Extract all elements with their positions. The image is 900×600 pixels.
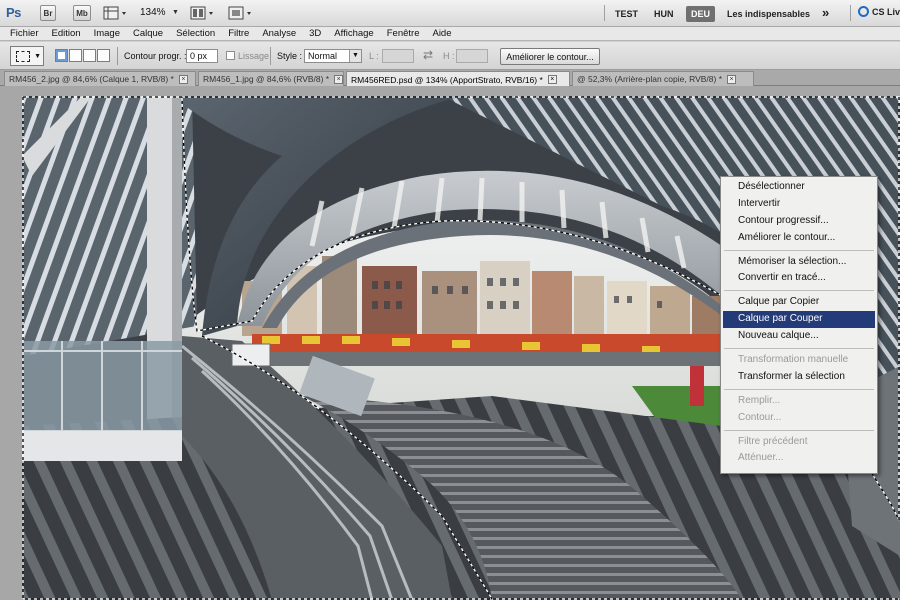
cs-live-button[interactable]: CS Liv	[858, 6, 900, 17]
arrange-documents-icon	[190, 6, 213, 20]
minibridge-button[interactable]: Mb	[73, 5, 91, 21]
menu-select[interactable]: Sélection	[176, 28, 215, 39]
menu-item-fill: Remplir...	[738, 394, 781, 406]
menu-item-last-filter: Filtre précédent	[738, 435, 808, 447]
menu-divider	[724, 429, 874, 431]
menu-divider	[724, 348, 874, 350]
context-menu: Désélectionner Intervertir Contour progr…	[720, 176, 878, 474]
menu-divider	[724, 290, 874, 292]
menu-edit[interactable]: Edition	[52, 28, 81, 39]
menu-item-new-layer[interactable]: Nouveau calque...	[721, 328, 877, 345]
close-icon[interactable]: ×	[547, 75, 557, 84]
menu-item-free-transform: Transformation manuelle	[738, 354, 849, 366]
application-bar: Ps Br Mb 134% ▼ TEST HUN DEU Les indispe…	[0, 0, 900, 27]
zoom-level[interactable]: 134%	[140, 7, 166, 18]
menu-item-fade: Atténuer...	[738, 452, 784, 464]
options-bar: ▼ Contour progr. : 0 px Lissage Style : …	[0, 42, 900, 70]
menu-divider	[724, 388, 874, 390]
intersect-selection-mode[interactable]	[97, 49, 110, 62]
rectangular-marquee-icon	[16, 51, 30, 62]
tab-label: @ 52,3% (Arrière-plan copie, RVB/8) *	[577, 74, 723, 84]
workspace-essentials[interactable]: Les indispensables	[722, 6, 815, 22]
style-label: Style :	[277, 51, 303, 61]
menu-divider	[724, 249, 874, 251]
zoom-dropdown-icon[interactable]: ▼	[172, 9, 179, 16]
menu-3d[interactable]: 3D	[309, 28, 321, 39]
menu-item-transform-selection[interactable]: Transformer la sélection	[721, 369, 877, 386]
screen-mode-button[interactable]	[228, 5, 254, 21]
menu-item-layer-via-copy[interactable]: Calque par Copier	[721, 294, 877, 311]
menu-item-save-selection[interactable]: Mémoriser la sélection...	[721, 254, 877, 271]
menu-item-make-work-path[interactable]: Convertir en tracé...	[721, 270, 877, 287]
height-input	[456, 49, 488, 63]
subtract-selection-mode[interactable]	[83, 49, 96, 62]
cs-live-label: CS Liv	[872, 6, 900, 17]
menu-image[interactable]: Image	[94, 28, 120, 39]
style-select-value: Normal	[308, 51, 338, 61]
view-extras-button[interactable]	[103, 5, 129, 21]
menu-analysis[interactable]: Analyse	[262, 28, 296, 39]
chevron-down-icon: ▼	[34, 53, 41, 60]
menu-window[interactable]: Fenêtre	[387, 28, 420, 39]
tab-label: RM456_2.jpg @ 84,6% (Calque 1, RVB/8) *	[9, 74, 174, 84]
screen-mode-icon	[228, 6, 251, 20]
add-selection-mode[interactable]	[69, 49, 82, 62]
menu-item-inverse[interactable]: Intervertir	[721, 196, 877, 213]
chevron-down-icon: ▼	[349, 50, 361, 62]
width-input	[382, 49, 414, 63]
antialias-checkbox[interactable]	[226, 51, 235, 60]
document-tab-bar: RM456_2.jpg @ 84,6% (Calque 1, RVB/8) * …	[0, 70, 900, 87]
more-workspaces-button[interactable]: »	[817, 4, 834, 20]
arrange-documents-button[interactable]	[190, 5, 216, 21]
refine-edge-button[interactable]: Améliorer le contour...	[500, 48, 600, 65]
tab-rm456-1[interactable]: RM456_1.jpg @ 84,6% (RVB/8) * ×	[198, 71, 344, 86]
menu-item-layer-via-cut[interactable]: Calque par Couper	[723, 311, 875, 329]
close-icon[interactable]: ×	[178, 74, 188, 84]
menu-layer[interactable]: Calque	[133, 28, 163, 39]
menu-item-deselect[interactable]: Désélectionner	[721, 179, 877, 196]
feather-label: Contour progr. :	[124, 51, 187, 61]
antialias-label: Lissage	[238, 51, 270, 61]
workspace-deu[interactable]: DEU	[686, 6, 716, 22]
close-icon[interactable]: ×	[334, 74, 343, 84]
height-label: H :	[443, 51, 455, 61]
width-label: L :	[369, 51, 379, 61]
bridge-button[interactable]: Br	[40, 5, 56, 21]
menu-file[interactable]: Fichier	[10, 28, 39, 39]
cs-live-icon	[858, 6, 869, 17]
feather-input[interactable]: 0 px	[186, 49, 218, 63]
menu-view[interactable]: Affichage	[334, 28, 373, 39]
close-icon[interactable]: ×	[727, 74, 737, 84]
photoshop-logo: Ps	[6, 5, 21, 20]
menu-item-feather[interactable]: Contour progressif...	[721, 213, 877, 230]
menu-help[interactable]: Aide	[432, 28, 451, 39]
menu-item-refine-edge[interactable]: Améliorer le contour...	[721, 230, 877, 247]
swap-icon: ⇄	[423, 48, 434, 62]
tab-background-copy[interactable]: @ 52,3% (Arrière-plan copie, RVB/8) * ×	[572, 71, 754, 86]
tool-preset-picker[interactable]: ▼	[10, 46, 44, 66]
style-select[interactable]: Normal ▼	[304, 49, 362, 63]
menu-filter[interactable]: Filtre	[228, 28, 249, 39]
new-selection-mode[interactable]	[55, 49, 68, 62]
tab-label: RM456_1.jpg @ 84,6% (RVB/8) *	[203, 74, 330, 84]
menu-bar: Fichier Edition Image Calque Sélection F…	[0, 27, 900, 41]
workspace-hun[interactable]: HUN	[649, 6, 679, 22]
tab-rm456-2[interactable]: RM456_2.jpg @ 84,6% (Calque 1, RVB/8) * …	[4, 71, 196, 86]
view-extras-icon	[103, 6, 126, 20]
workspace-test[interactable]: TEST	[610, 6, 643, 22]
tab-label: RM456RED.psd @ 134% (ApportStrato, RVB/1…	[351, 74, 543, 85]
menu-item-stroke: Contour...	[738, 411, 782, 423]
tab-rm456red[interactable]: RM456RED.psd @ 134% (ApportStrato, RVB/1…	[346, 71, 570, 87]
